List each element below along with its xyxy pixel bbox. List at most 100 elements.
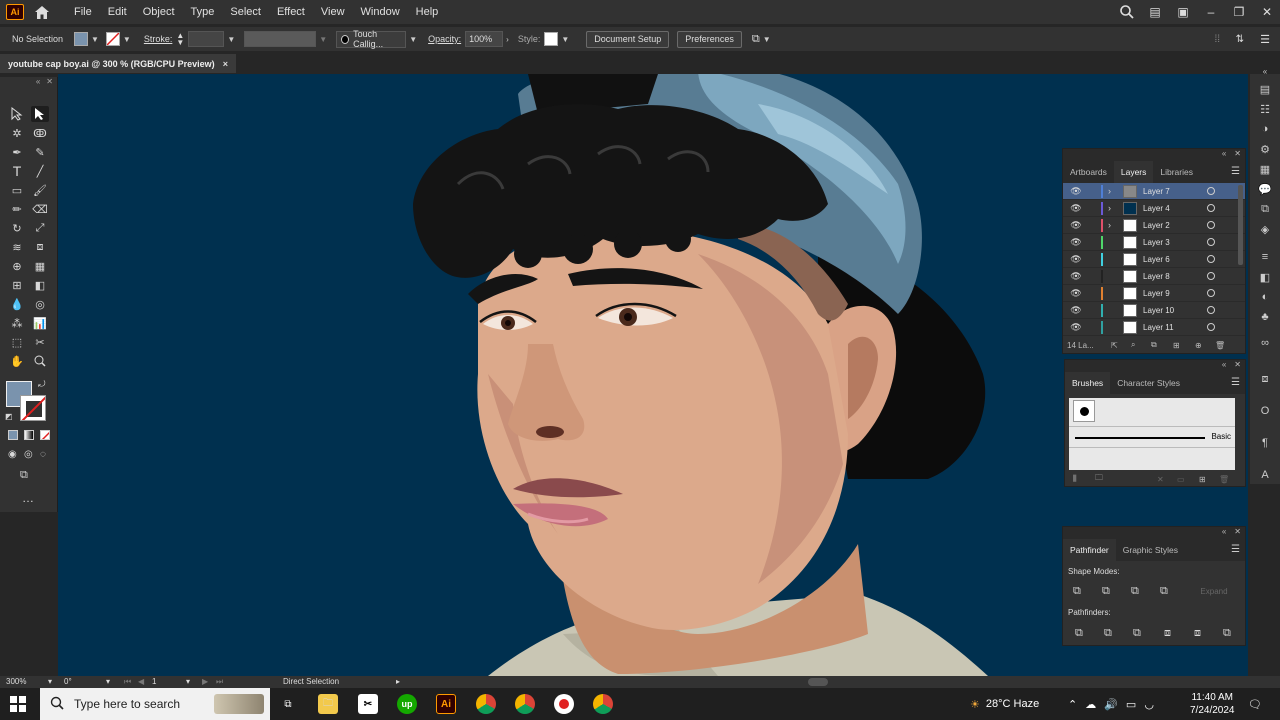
visibility-eye-icon[interactable]: 👁	[1070, 271, 1082, 282]
merge-icon[interactable]: ⧉	[1133, 627, 1141, 640]
collapse-icon[interactable]: «	[1222, 149, 1226, 161]
illustrator-taskbar-icon[interactable]: Ai	[436, 694, 456, 714]
next-artboard-icon[interactable]: ▶	[202, 676, 208, 688]
status-menu-icon[interactable]: ▸	[396, 676, 400, 688]
stroke-color-swatch[interactable]	[20, 395, 46, 421]
visibility-eye-icon[interactable]: 👁	[1070, 254, 1082, 265]
color-guide-icon[interactable]: ⚙	[1257, 142, 1273, 156]
minimize-icon[interactable]: –	[1204, 5, 1218, 19]
options-icon[interactable]: ▭	[1177, 475, 1185, 484]
rotation-value[interactable]: 0°	[64, 676, 72, 688]
line-tool-icon[interactable]: ╱	[31, 163, 49, 179]
menu-view[interactable]: View	[313, 0, 353, 24]
layer-row[interactable]: 👁 › Layer 7	[1063, 183, 1245, 200]
layer-row[interactable]: 👁 Layer 10	[1063, 302, 1245, 319]
tab-pathfinder[interactable]: Pathfinder	[1063, 539, 1116, 561]
stroke-swatch[interactable]	[105, 32, 120, 46]
rotate-tool-icon[interactable]: ↻	[8, 220, 26, 236]
lasso-icon[interactable]: ↂ	[31, 125, 49, 141]
stroke-weight-input[interactable]	[188, 31, 225, 47]
layer-name[interactable]: Layer 6	[1143, 255, 1170, 264]
glyphs-icon[interactable]: O	[1257, 404, 1273, 418]
panel-menu-icon[interactable]: ☰	[1231, 544, 1240, 555]
layer-row[interactable]: 👁 Layer 6	[1063, 251, 1245, 268]
artboard-tool-icon[interactable]: ⬚	[8, 334, 26, 350]
draw-inside-icon[interactable]: ◌	[40, 449, 46, 460]
intersect-icon[interactable]: ⧉	[1131, 585, 1139, 598]
swatches-icon[interactable]: ▦	[1257, 162, 1273, 176]
tab-libraries[interactable]: Libraries	[1153, 161, 1200, 183]
perspective-grid-icon[interactable]: ▦	[31, 258, 49, 274]
taskbar-search[interactable]: Type here to search	[40, 688, 270, 720]
new-sublayer-icon[interactable]: ⊞	[1173, 341, 1180, 350]
none-mode-icon[interactable]	[40, 430, 50, 440]
outline-icon[interactable]: ⧈	[1194, 627, 1201, 640]
visibility-eye-icon[interactable]: 👁	[1070, 220, 1082, 231]
symbol-sprayer-icon[interactable]: ⁂	[8, 315, 26, 331]
remove-stroke-icon[interactable]: ✕	[1157, 475, 1164, 484]
visibility-eye-icon[interactable]: 👁	[1070, 237, 1082, 248]
chevron-down-icon[interactable]: ▾	[186, 676, 190, 688]
capcut-icon[interactable]: ✂	[358, 694, 378, 714]
battery-icon[interactable]: ▭	[1126, 698, 1136, 711]
volume-icon[interactable]: 🔊	[1104, 698, 1118, 711]
column-graph-icon[interactable]: 📊	[31, 315, 49, 331]
weather-widget[interactable]: ☀ 28°C Haze	[970, 688, 1039, 720]
layer-row[interactable]: 👁 Layer 9	[1063, 285, 1245, 302]
target-circle-icon[interactable]	[1207, 306, 1215, 314]
document-setup-button[interactable]: Document Setup	[586, 30, 670, 48]
close-icon[interactable]: ✕	[1234, 149, 1241, 161]
menu-object[interactable]: Object	[135, 0, 183, 24]
default-colors-icon[interactable]: ◩	[5, 412, 13, 421]
hand-tool-icon[interactable]: ✋	[8, 353, 26, 369]
preferences-button[interactable]: Preferences	[677, 30, 742, 48]
layer-name[interactable]: Layer 9	[1143, 289, 1170, 298]
layers-scrollbar[interactable]	[1238, 185, 1243, 265]
target-circle-icon[interactable]	[1207, 289, 1215, 297]
arrange-icon[interactable]: ⧉	[752, 33, 760, 46]
layer-name[interactable]: Layer 7	[1143, 187, 1170, 196]
brush-libraries-icon[interactable]: ⫼	[1073, 474, 1077, 484]
slice-tool-icon[interactable]: ✂	[31, 334, 49, 350]
rectangle-tool-icon[interactable]: ▭	[8, 182, 26, 198]
chevron-down-icon[interactable]: ▼	[227, 35, 235, 44]
paragraph-icon[interactable]: ¶	[1257, 436, 1273, 450]
make-clipping-mask-icon[interactable]: ⧉	[1151, 340, 1157, 350]
collapse-icon[interactable]: «	[1222, 527, 1226, 539]
network-icon[interactable]: ◡	[1144, 698, 1154, 711]
chevron-down-icon[interactable]: ▼	[319, 35, 327, 44]
collapse-icon[interactable]: «	[36, 77, 40, 89]
menu-effect[interactable]: Effect	[269, 0, 313, 24]
color-mode-icon[interactable]	[8, 430, 18, 440]
chevron-down-icon[interactable]: ▼	[91, 35, 99, 44]
warp-tool-icon[interactable]: ≋	[8, 239, 26, 255]
eyedropper-icon[interactable]: 💧	[8, 296, 26, 312]
visibility-eye-icon[interactable]: 👁	[1070, 186, 1082, 197]
tab-brushes[interactable]: Brushes	[1065, 372, 1111, 394]
chrome-icon[interactable]	[476, 694, 496, 714]
first-artboard-icon[interactable]: ⏮	[124, 676, 131, 688]
target-circle-icon[interactable]	[1207, 238, 1215, 246]
screen-mode-icon[interactable]: ⧉	[20, 469, 28, 482]
tab-layers[interactable]: Layers	[1113, 161, 1154, 183]
gradient-mode-icon[interactable]	[24, 430, 34, 440]
mesh-tool-icon[interactable]: ⊞	[8, 277, 26, 293]
tab-character-styles[interactable]: Character Styles	[1110, 372, 1187, 394]
layer-row[interactable]: 👁 › Layer 2	[1063, 217, 1245, 234]
curvature-tool-icon[interactable]: ✎	[31, 144, 49, 160]
chevron-down-icon[interactable]: ▼	[763, 35, 771, 44]
free-transform-icon[interactable]: ⧈	[31, 239, 49, 255]
gradient-tool-icon[interactable]: ◧	[31, 277, 49, 293]
variable-width-profile[interactable]	[244, 31, 317, 47]
delete-brush-icon[interactable]: 🗑	[1219, 475, 1229, 484]
minus-front-icon[interactable]: ⧉	[1102, 585, 1110, 598]
workspace-icon[interactable]: ▣	[1176, 5, 1190, 19]
properties-icon[interactable]: ▤	[1257, 82, 1273, 96]
stroke-stepper-icon[interactable]: ▲ ▼	[176, 32, 184, 47]
onedrive-icon[interactable]: ☁	[1085, 698, 1096, 711]
paintbrush-icon[interactable]: 🖌	[31, 182, 49, 198]
chevron-down-icon[interactable]: ▼	[123, 35, 131, 44]
visibility-eye-icon[interactable]: 👁	[1070, 288, 1082, 299]
home-icon[interactable]	[34, 4, 50, 20]
horizontal-scrollbar-thumb[interactable]	[808, 678, 828, 686]
